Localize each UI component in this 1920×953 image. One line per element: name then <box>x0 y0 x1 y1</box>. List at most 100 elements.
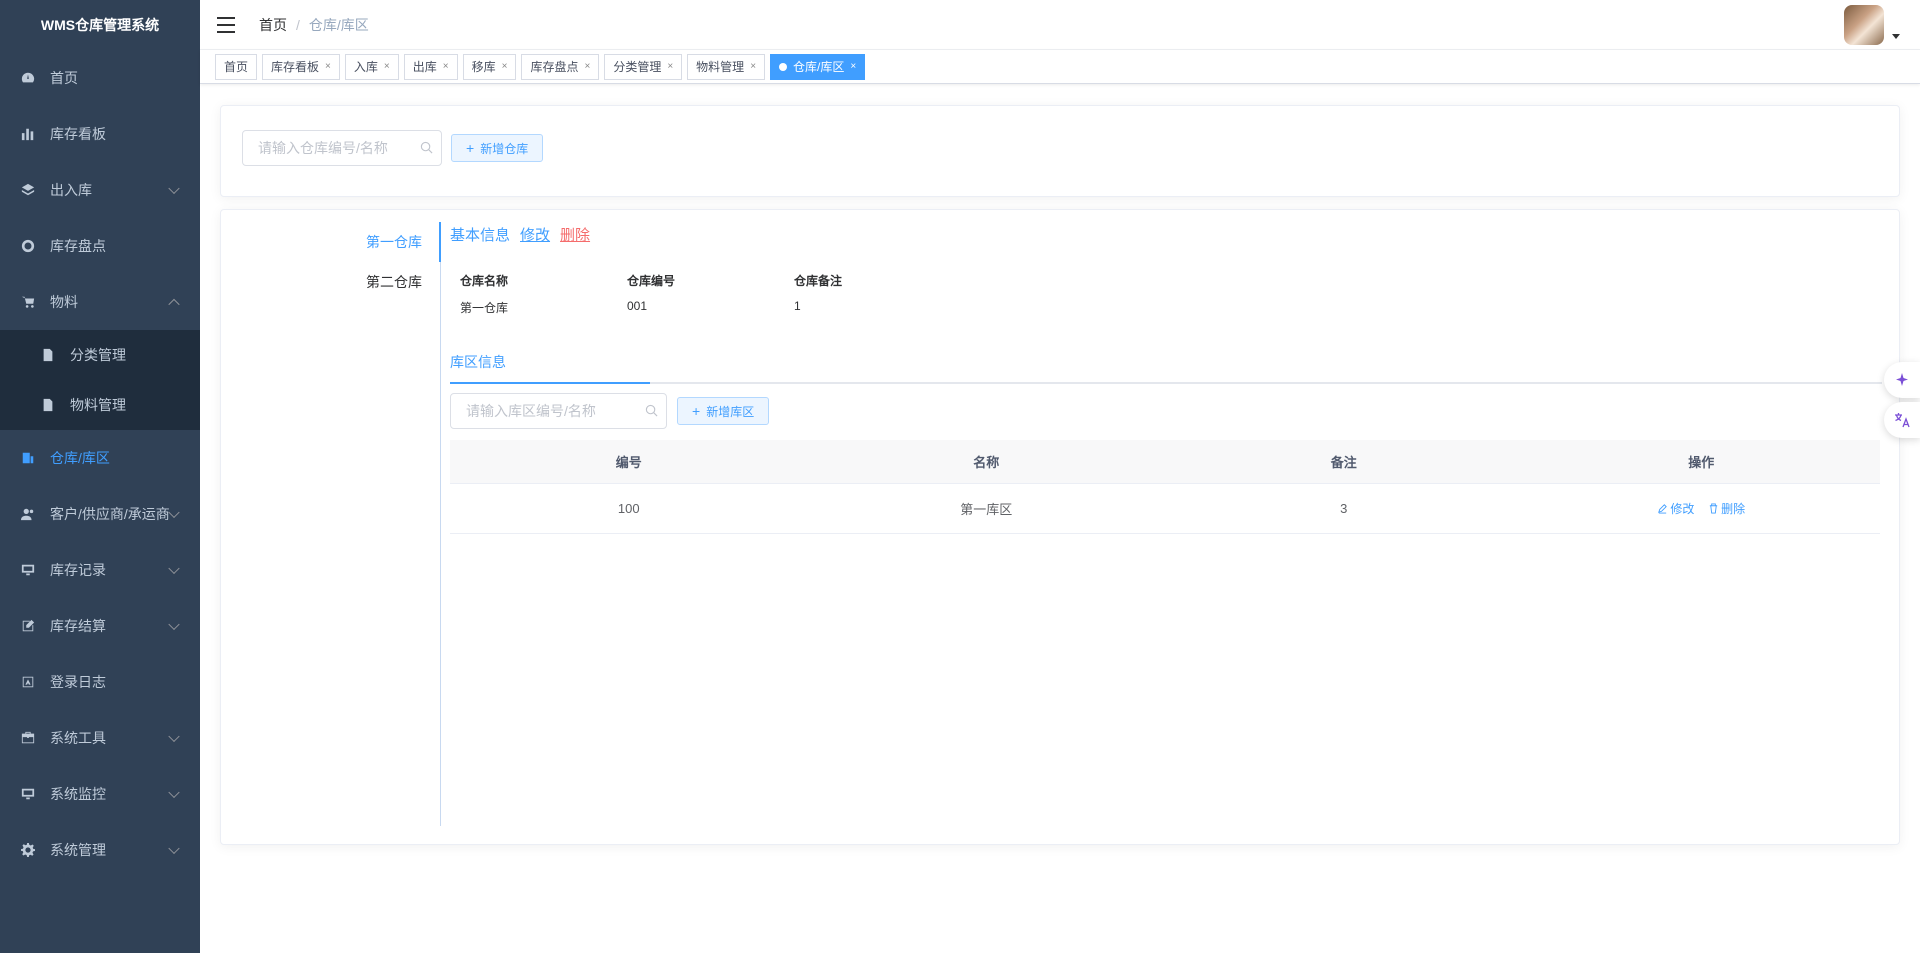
sidebar-item-label: 系统管理 <box>50 842 106 858</box>
sidebar-item-warehouse[interactable]: 仓库/库区 <box>0 430 200 486</box>
tag-outbound[interactable]: 出库 × <box>403 53 458 80</box>
add-area-button[interactable]: + 新增库区 <box>677 397 770 425</box>
column-header: 操作 <box>1688 455 1715 470</box>
plus-icon: + <box>466 140 475 156</box>
sidebar-item-inout[interactable]: 出入库 <box>0 162 200 218</box>
add-warehouse-button[interactable]: + 新增仓库 <box>451 134 544 162</box>
search-icon[interactable] <box>645 404 658 417</box>
tag-stocktake[interactable]: 库存盘点 × <box>521 53 600 80</box>
document-icon <box>40 397 56 413</box>
tab-area-info[interactable]: 库区信息 <box>450 352 506 372</box>
sidebar-item-material[interactable]: 物料 <box>0 274 200 330</box>
tag-label: 出库 <box>412 59 437 74</box>
delete-warehouse-link[interactable]: 删除 <box>560 224 590 245</box>
warehouse-search-input[interactable] <box>243 131 441 165</box>
sidebar-item-label: 系统工具 <box>50 730 106 746</box>
sidebar-item-inventory-board[interactable]: 库存看板 <box>0 106 200 162</box>
close-icon[interactable]: × <box>325 55 331 79</box>
field-warehouse-remark: 仓库备注 1 <box>794 272 954 313</box>
sidebar-item-settlement[interactable]: 库存结算 <box>0 598 200 654</box>
field-value: 1 <box>794 299 801 313</box>
chevron-down-icon <box>168 562 180 575</box>
breadcrumb-current: 仓库/库区 <box>308 16 369 33</box>
tab-warehouse-1[interactable]: 第一仓库 <box>221 222 441 262</box>
tag-material-mgmt[interactable]: 物料管理 × <box>687 53 766 80</box>
sidebar-item-monitor[interactable]: 系统监控 <box>0 766 200 822</box>
tag-label: 分类管理 <box>613 59 662 74</box>
ai-sparkle-button[interactable] <box>1884 362 1920 398</box>
sidebar-item-label: 首页 <box>50 70 78 86</box>
sidebar-item-category[interactable]: 分类管理 <box>0 330 200 380</box>
close-icon[interactable]: × <box>502 55 508 79</box>
sidebar-item-label: 库存结算 <box>50 618 106 634</box>
sidebar-item-stocktake[interactable]: 库存盘点 <box>0 218 200 274</box>
field-value: 第一仓库 <box>460 301 509 315</box>
area-search-input[interactable] <box>451 394 666 428</box>
plus-icon: + <box>692 403 701 419</box>
close-icon[interactable]: × <box>584 55 590 79</box>
toolbox-icon <box>20 730 36 746</box>
edit-icon <box>20 618 36 634</box>
breadcrumb-home[interactable]: 首页 <box>259 15 287 35</box>
sidebar-item-material-mgmt[interactable]: 物料管理 <box>0 380 200 430</box>
warehouse-icon <box>20 450 36 466</box>
edit-warehouse-link[interactable]: 修改 <box>520 224 550 245</box>
close-icon[interactable]: × <box>750 55 756 79</box>
tag-label: 库存看板 <box>271 59 320 74</box>
delete-area-button[interactable]: 删除 <box>1708 500 1745 517</box>
sidebar-item-label: 仓库/库区 <box>50 450 110 466</box>
sidebar-item-label: 登录日志 <box>50 674 106 690</box>
basic-info-header: 基本信息 修改 删除 <box>450 224 590 245</box>
user-menu[interactable] <box>1844 5 1900 45</box>
tag-warehouse[interactable]: 仓库/库区 × <box>770 53 866 80</box>
hamburger-icon[interactable] <box>217 16 235 33</box>
submenu-material: 分类管理 物料管理 <box>0 330 200 430</box>
avatar[interactable] <box>1844 5 1884 45</box>
tag-label: 移库 <box>471 59 496 74</box>
translate-icon <box>1895 413 1910 428</box>
caret-down-icon[interactable] <box>1892 34 1900 39</box>
tag-home[interactable]: 首页 <box>215 53 258 80</box>
tab-warehouse-2[interactable]: 第二仓库 <box>221 262 440 302</box>
sidebar-item-tools[interactable]: 系统工具 <box>0 710 200 766</box>
close-icon[interactable]: × <box>443 55 449 79</box>
search-icon[interactable] <box>420 141 433 154</box>
navbar: 首页 / 仓库/库区 <box>200 0 1920 50</box>
basic-info-title: 基本信息 <box>450 227 511 244</box>
search-card: + 新增仓库 <box>220 105 1900 197</box>
users-icon <box>20 506 36 522</box>
button-label: 删除 <box>1721 502 1746 516</box>
sidebar-item-system[interactable]: 系统管理 <box>0 822 200 878</box>
close-icon[interactable]: × <box>850 55 856 79</box>
tag-inbound[interactable]: 入库 × <box>344 53 399 80</box>
log-icon <box>20 674 36 690</box>
close-icon[interactable]: × <box>384 55 390 79</box>
warehouse-search-field <box>242 130 442 166</box>
sidebar-item-home[interactable]: 首页 <box>0 50 200 106</box>
cell-actions: 修改 删除 <box>1523 500 1881 517</box>
document-icon <box>40 347 56 363</box>
field-warehouse-code: 仓库编号 001 <box>627 272 787 313</box>
chevron-down-icon <box>168 506 180 519</box>
warehouse-detail-card: 第一仓库 第二仓库 基本信息 修改 删除 仓库名称 第一仓库 仓库编号 001 … <box>220 209 1900 845</box>
tag-category[interactable]: 分类管理 × <box>604 53 683 80</box>
active-tab-indicator <box>450 382 650 384</box>
warehouse-tabs: 第一仓库 第二仓库 <box>221 222 441 826</box>
cart-icon <box>20 294 36 310</box>
trash-icon <box>1709 503 1718 514</box>
field-label: 仓库编号 <box>627 274 676 288</box>
tag-label: 物料管理 <box>696 59 745 74</box>
sidebar-item-login-log[interactable]: 登录日志 <box>0 654 200 710</box>
button-label: 修改 <box>1670 502 1695 516</box>
gear-icon <box>20 842 36 858</box>
tag-inventory-board[interactable]: 库存看板 × <box>262 53 340 80</box>
edit-area-button[interactable]: 修改 <box>1657 500 1694 517</box>
tag-label: 库存盘点 <box>530 59 579 74</box>
close-icon[interactable]: × <box>667 55 673 79</box>
sidebar: WMS仓库管理系统 首页 库存看板 出入库 库存盘点 物料 分类管理 物料管理 … <box>0 0 200 953</box>
sidebar-item-stock-record[interactable]: 库存记录 <box>0 542 200 598</box>
sidebar-item-partners[interactable]: 客户/供应商/承运商 <box>0 486 200 542</box>
translate-button[interactable] <box>1884 402 1920 438</box>
tag-transfer[interactable]: 移库 × <box>462 53 517 80</box>
monitor-icon <box>20 562 36 578</box>
